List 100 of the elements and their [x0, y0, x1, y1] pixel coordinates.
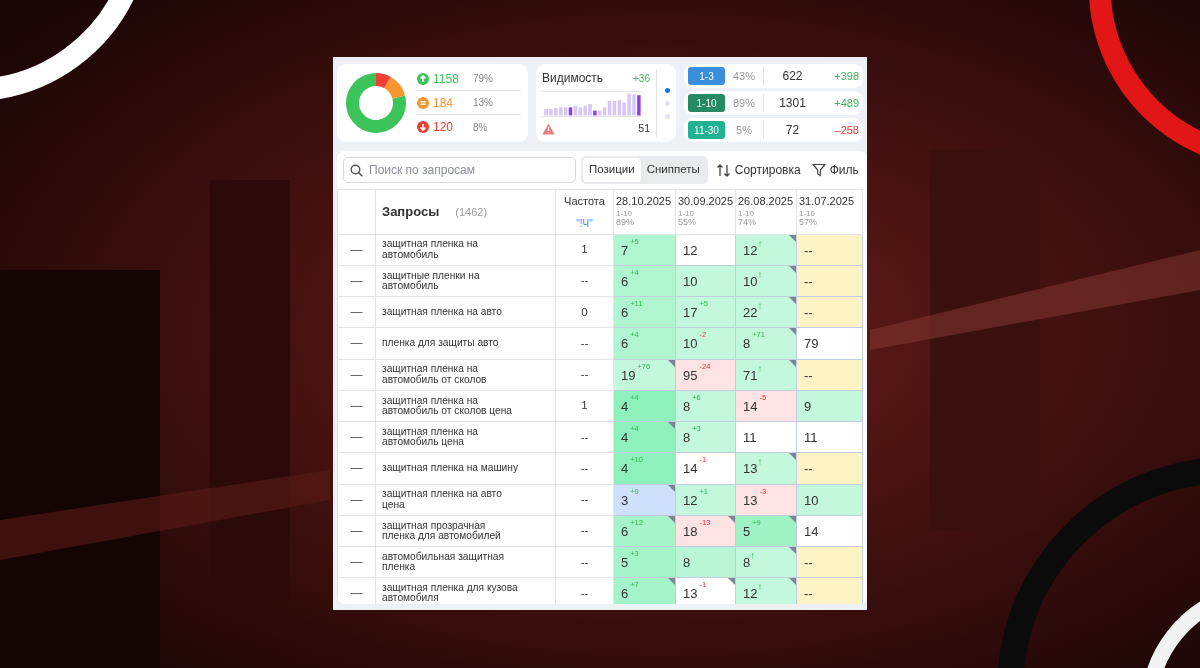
collapse-toggle[interactable]: —	[337, 327, 376, 359]
card-title: Видимость	[542, 70, 604, 87]
share-percent: 74%	[738, 217, 757, 227]
range-label: 11-30	[688, 121, 725, 139]
frequency-value: --	[555, 421, 614, 453]
position-value: 8	[743, 555, 751, 571]
position-value: 14	[683, 461, 698, 477]
range-label: 1-10	[678, 209, 695, 218]
column-header: Запросы	[382, 203, 440, 221]
warning-icon	[542, 123, 555, 136]
position-value: 95	[683, 367, 698, 383]
sort-button[interactable]: Сортировка	[712, 161, 804, 179]
collapse-toggle[interactable]: —	[337, 234, 376, 266]
position-value: 17	[683, 305, 698, 321]
column-header: Частота	[563, 194, 606, 209]
position-value: --	[804, 367, 813, 383]
position-value: --	[804, 586, 813, 602]
collapse-toggle[interactable]: —	[337, 421, 376, 453]
position-value: --	[804, 305, 813, 321]
position-value: 11	[743, 430, 757, 446]
position-value: 10	[683, 273, 698, 289]
pager-dot[interactable]	[665, 113, 670, 119]
position-value: 9	[804, 398, 812, 414]
position-value: 79	[804, 336, 819, 352]
position-value: 6	[621, 273, 629, 289]
position-value: 13	[743, 492, 758, 508]
position-change: ↑	[757, 581, 763, 593]
query-text: автомобильная защитная пленка	[375, 546, 556, 578]
query-text: защитная пленка на автомобиль от сколов цена	[375, 390, 556, 422]
query-count: 1158	[433, 70, 460, 88]
frequency-value: --	[555, 452, 614, 484]
position-value: 5	[743, 523, 751, 539]
collapse-toggle[interactable]: —	[337, 390, 376, 422]
date-header: 31.07.2025	[799, 194, 856, 209]
range-change: +398	[833, 68, 859, 84]
filter-icon	[811, 163, 826, 177]
share-percent: 89%	[616, 217, 635, 227]
range-label: 1-10	[616, 209, 633, 218]
share-percent: 79%	[473, 72, 493, 86]
query-text: защитная пленка на авто	[375, 296, 556, 328]
query-text: защитная пленка на машину	[375, 452, 556, 484]
position-value: 12	[743, 586, 758, 602]
position-value: 6	[621, 586, 629, 602]
range-count: 1301	[763, 94, 821, 112]
collapse-toggle[interactable]: —	[337, 265, 376, 297]
share-percent: 13%	[473, 96, 493, 110]
frequency-value: --	[555, 546, 614, 578]
query-count: 184	[433, 94, 455, 112]
range-label: 1-10	[799, 209, 816, 218]
frequency-value: --	[555, 265, 614, 297]
range-change: +489	[833, 95, 859, 111]
position-change: ↑	[757, 300, 763, 312]
position-value: 12	[683, 242, 698, 258]
pager-dot[interactable]	[665, 100, 670, 106]
collapse-toggle[interactable]: —	[337, 546, 376, 578]
view-tab[interactable]: Позиции	[583, 158, 641, 182]
view-tab[interactable]: Сниппеты	[640, 158, 706, 182]
frequency-value: --	[555, 515, 614, 547]
position-value: 3	[621, 492, 629, 508]
position-change: ↑	[757, 237, 763, 249]
collapse-toggle[interactable]: —	[337, 296, 376, 328]
position-value: 18	[683, 523, 698, 539]
position-value: --	[804, 461, 813, 477]
position-value: 10	[683, 336, 698, 352]
position-value: 10	[804, 492, 819, 508]
position-change: ↑	[757, 268, 763, 280]
position-value: --	[804, 273, 813, 289]
collapse-toggle[interactable]: —	[337, 515, 376, 547]
frequency-value: --	[555, 359, 614, 391]
position-change: ↑	[750, 550, 756, 562]
position-value: 11	[804, 430, 818, 446]
query-text: защитная пленка на авто цена	[375, 484, 556, 516]
range-share: 89%	[732, 95, 756, 111]
filter-button[interactable]: Филь	[808, 161, 862, 179]
search-field[interactable]: Поиск по запросам	[343, 157, 576, 183]
frequency-value: 0	[555, 296, 614, 328]
position-value: 22	[743, 305, 758, 321]
query-text: защитные пленки на автомобиль	[375, 265, 556, 297]
pager-dot[interactable]	[665, 87, 670, 93]
position-value: 10	[743, 273, 758, 289]
position-value: 14	[743, 398, 758, 414]
share-percent: 57%	[799, 217, 818, 227]
date-header: 26.08.2025	[738, 194, 795, 209]
position-value: 19	[621, 367, 636, 383]
frequency-value: 1	[555, 390, 614, 422]
position-value: 6	[621, 305, 629, 321]
query-text: пленка для защиты авто	[375, 327, 556, 359]
frequency-value: --	[555, 484, 614, 516]
position-value: 8	[683, 398, 691, 414]
collapse-toggle[interactable]: —	[337, 577, 376, 604]
share-percent: 8%	[473, 120, 488, 135]
position-value: 12	[743, 242, 758, 258]
collapse-toggle[interactable]: —	[337, 484, 376, 516]
position-change: ↑	[757, 362, 763, 374]
collapse-toggle[interactable]: —	[337, 452, 376, 484]
position-value: 6	[621, 336, 629, 352]
position-value: 4	[621, 398, 629, 414]
collapse-toggle[interactable]: —	[337, 359, 376, 391]
position-value: 5	[621, 555, 629, 571]
visibility-change: +36	[633, 71, 650, 86]
